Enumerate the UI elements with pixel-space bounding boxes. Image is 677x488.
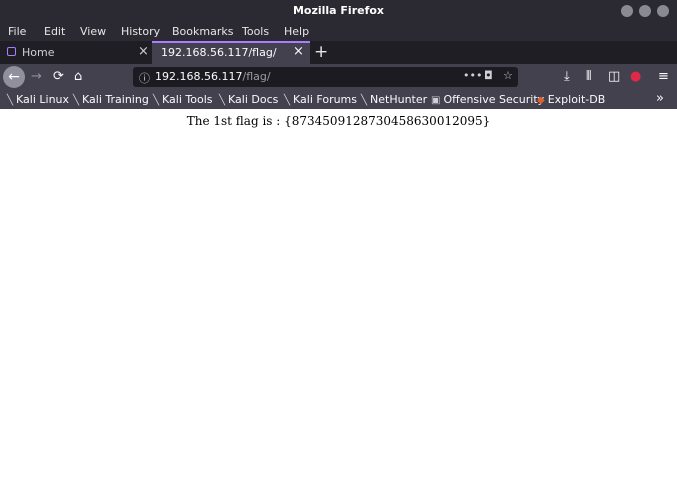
page-content: The 1st flag is : {873450912873045863001…: [0, 109, 677, 488]
menu-bookmarks[interactable]: Bookmarks: [172, 25, 233, 38]
bookmark-label: NetHunter: [370, 93, 428, 106]
kali-icon: ╲: [153, 95, 160, 106]
forward-button[interactable]: →: [31, 69, 42, 84]
title-bar: Mozilla Firefox: [0, 0, 677, 22]
flag-text: The 1st flag is : {873450912873045863001…: [186, 114, 491, 128]
info-icon[interactable]: ⓘ: [139, 70, 150, 86]
kali-icon: ╲: [73, 95, 80, 106]
bookmark-label: Exploit-DB: [547, 93, 606, 106]
page-icon: [7, 47, 16, 56]
menu-bar: File Edit View History Bookmarks Tools H…: [0, 22, 677, 41]
tab-bar: Home × 192.168.56.117/flag/ × +: [0, 41, 677, 64]
bookmark-label: Kali Docs: [228, 93, 279, 106]
menu-view[interactable]: View: [80, 25, 106, 38]
close-icon[interactable]: ×: [293, 44, 304, 59]
bookmark-kali-forums[interactable]: ╲ Kali Forums: [284, 93, 357, 106]
bookmark-offensive-security[interactable]: ▣ Offensive Security: [431, 93, 544, 106]
offsec-icon: ▣: [431, 95, 441, 106]
bookmark-label: Kali Training: [82, 93, 149, 106]
url-bar[interactable]: ⓘ 192.168.56.117/flag/ ••• ◘ ☆: [133, 67, 518, 87]
tab-flag[interactable]: 192.168.56.117/flag/ ×: [152, 41, 310, 64]
kali-icon: ╲: [219, 95, 226, 106]
close-window-button[interactable]: [657, 5, 669, 17]
menu-edit[interactable]: Edit: [44, 25, 65, 38]
extension-icon[interactable]: ●: [630, 69, 641, 84]
bookmark-kali-training[interactable]: ╲ Kali Training: [73, 93, 149, 106]
back-button[interactable]: ←: [3, 66, 25, 88]
new-tab-button[interactable]: +: [314, 42, 328, 62]
nav-bar: ← → ⟳ ⌂ ⓘ 192.168.56.117/flag/ ••• ◘ ☆ ⤓…: [0, 64, 677, 90]
menu-help[interactable]: Help: [284, 25, 309, 38]
tab-home[interactable]: Home ×: [0, 41, 152, 64]
menu-file[interactable]: File: [8, 25, 26, 38]
pocket-icon[interactable]: ◘: [484, 69, 493, 82]
bookmark-label: Kali Forums: [293, 93, 358, 106]
bookmark-nethunter[interactable]: ╲ NetHunter: [361, 93, 427, 106]
url-text[interactable]: 192.168.56.117/flag/: [155, 70, 271, 83]
back-arrow-icon: ←: [8, 69, 20, 85]
bookmark-label: Offensive Security: [443, 93, 545, 106]
kali-icon: ╲: [361, 95, 368, 106]
url-host: 192.168.56.117: [155, 70, 243, 83]
menu-tools[interactable]: Tools: [242, 25, 269, 38]
menu-history[interactable]: History: [121, 25, 160, 38]
url-path: /flag/: [242, 70, 271, 83]
kali-icon: ╲: [7, 95, 14, 106]
page-actions-icon[interactable]: •••: [463, 69, 482, 82]
exploitdb-icon: ◆: [537, 95, 545, 106]
minimize-button[interactable]: [621, 5, 633, 17]
hamburger-menu-icon[interactable]: ≡: [658, 69, 669, 84]
bookmark-kali-tools[interactable]: ╲ Kali Tools: [153, 93, 213, 106]
window-title: Mozilla Firefox: [292, 4, 385, 17]
bookmark-label: Kali Linux: [16, 93, 70, 106]
bookmark-kali-linux[interactable]: ╲ Kali Linux: [7, 93, 69, 106]
bookmark-label: Kali Tools: [162, 93, 213, 106]
bookmark-star-icon[interactable]: ☆: [503, 69, 513, 82]
downloads-icon[interactable]: ⤓: [564, 69, 570, 84]
sidebar-icon[interactable]: ◫: [608, 69, 620, 84]
tab-label: 192.168.56.117/flag/: [161, 46, 277, 59]
library-icon[interactable]: ⫴: [586, 69, 591, 84]
close-icon[interactable]: ×: [138, 44, 149, 59]
bookmarks-toolbar: ╲ Kali Linux ╲ Kali Training ╲ Kali Tools ╲…: [0, 90, 677, 109]
maximize-button[interactable]: [639, 5, 651, 17]
bookmark-exploit-db[interactable]: ◆ Exploit-DB: [537, 93, 605, 106]
tab-label: Home: [22, 46, 55, 59]
home-button[interactable]: ⌂: [74, 69, 82, 84]
reload-button[interactable]: ⟳: [53, 69, 64, 84]
bookmarks-overflow-icon[interactable]: »: [656, 91, 664, 106]
bookmark-kali-docs[interactable]: ╲ Kali Docs: [219, 93, 278, 106]
kali-icon: ╲: [284, 95, 291, 106]
